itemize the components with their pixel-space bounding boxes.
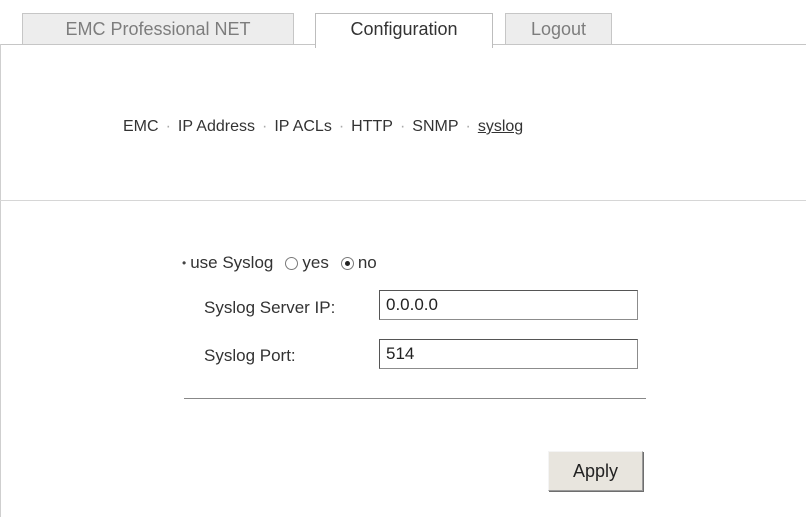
use-syslog-yes-radio[interactable]: [285, 256, 299, 270]
bullet-icon: •: [182, 256, 187, 270]
tab-logout[interactable]: Logout: [505, 13, 612, 45]
subnav-separator: ·: [399, 118, 406, 135]
use-syslog-label: use Syslog: [190, 253, 274, 272]
config-subnav: EMC · IP Address · IP ACLs · HTTP · SNMP · syslog: [123, 118, 523, 136]
subnav-separator: ·: [465, 118, 471, 135]
subnav-http[interactable]: HTTP: [351, 118, 393, 135]
tab-underline-left: [0, 44, 315, 45]
use-syslog-row: • use Syslog yes no: [182, 253, 377, 273]
tab-configuration[interactable]: Configuration: [315, 13, 493, 48]
section-divider: [0, 200, 806, 201]
subnav-ip-address[interactable]: IP Address: [178, 118, 255, 135]
config-page: EMC Professional NET Configuration Logou…: [0, 0, 806, 517]
syslog-server-ip-label: Syslog Server IP:: [204, 298, 336, 317]
subnav-separator: ·: [261, 118, 268, 135]
form-divider: [184, 398, 646, 399]
use-syslog-yes-label[interactable]: yes: [302, 253, 328, 273]
syslog-port-input[interactable]: [379, 339, 638, 369]
tab-emc-professional-net[interactable]: EMC Professional NET: [22, 13, 294, 45]
syslog-server-ip-input[interactable]: [379, 290, 638, 320]
subnav-separator: ·: [165, 118, 171, 135]
syslog-port-label: Syslog Port:: [204, 346, 296, 365]
use-syslog-no-label[interactable]: no: [358, 253, 377, 273]
tab-underline-right: [493, 44, 806, 45]
subnav-snmp[interactable]: SNMP: [412, 118, 458, 135]
use-syslog-no-radio[interactable]: [340, 256, 354, 270]
subnav-emc[interactable]: EMC: [123, 118, 159, 135]
subnav-ip-acls[interactable]: IP ACLs: [274, 118, 332, 135]
subnav-syslog[interactable]: syslog: [478, 118, 523, 135]
subnav-separator: ·: [338, 118, 345, 135]
content-border: [0, 44, 1, 517]
apply-button[interactable]: Apply: [548, 451, 643, 491]
